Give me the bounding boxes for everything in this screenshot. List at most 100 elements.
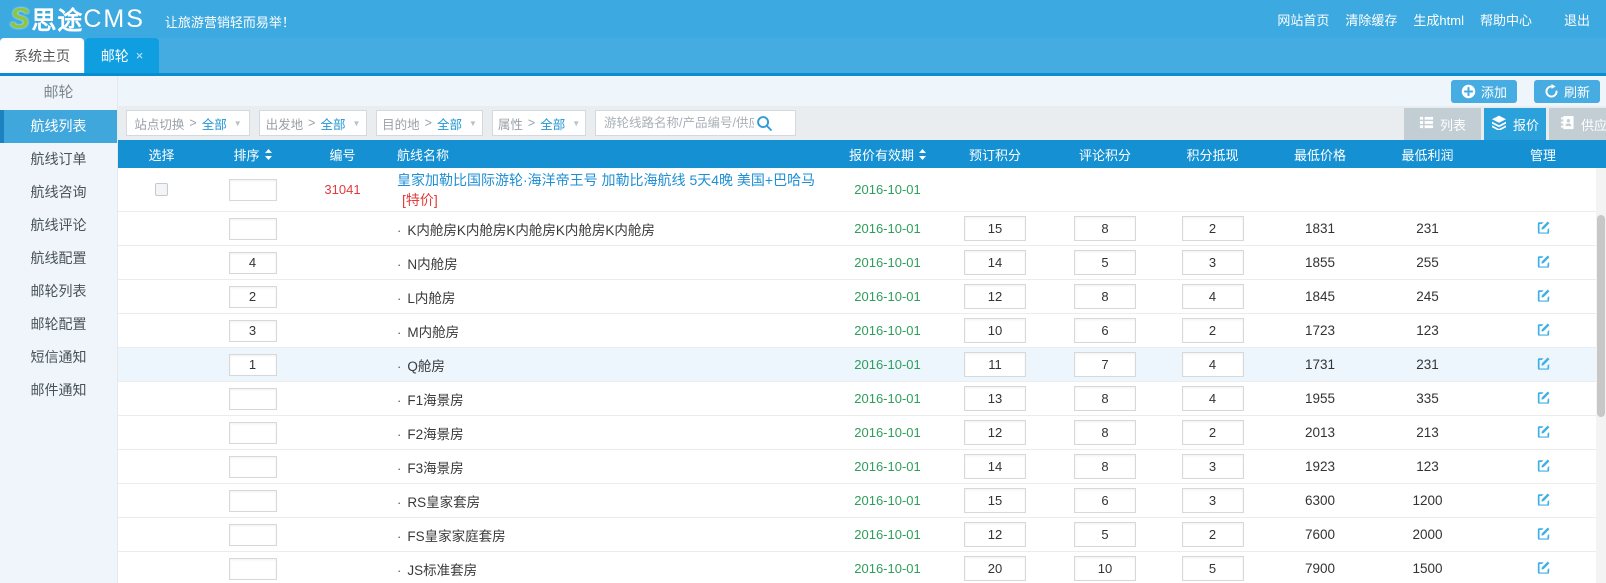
booking-points-input[interactable] — [964, 216, 1026, 241]
filter-site[interactable]: 站点切换>全部▼ — [126, 110, 250, 136]
header-link-site-home[interactable]: 网站首页 — [1277, 10, 1329, 29]
sort-order-input[interactable] — [229, 179, 277, 201]
header-link-clear-cache[interactable]: 清除缓存 — [1345, 10, 1397, 29]
tab-system-home[interactable]: 系统主页 — [0, 38, 84, 73]
sort-order-input[interactable] — [229, 354, 277, 376]
filter-departure[interactable]: 出发地>全部▼ — [259, 110, 367, 136]
review-points-input[interactable] — [1074, 420, 1136, 445]
cell-manage — [1480, 523, 1606, 547]
sort-order-input[interactable] — [229, 286, 277, 308]
sidebar-item-route-config[interactable]: 航线配置 — [0, 242, 117, 275]
column-header-code: 编号 — [300, 145, 385, 164]
review-points-input[interactable] — [1074, 556, 1136, 581]
sort-order-input[interactable] — [229, 320, 277, 342]
edit-button[interactable] — [1533, 285, 1554, 309]
review-points-input[interactable] — [1074, 284, 1136, 309]
filter-separator: > — [189, 116, 196, 130]
edit-button[interactable] — [1533, 489, 1554, 513]
review-points-input[interactable] — [1074, 352, 1136, 377]
scrollbar-thumb[interactable] — [1597, 215, 1605, 417]
review-points-input[interactable] — [1074, 488, 1136, 513]
view-toggle-list[interactable]: 列表 — [1404, 108, 1481, 140]
booking-points-input[interactable] — [964, 318, 1026, 343]
brand-logo[interactable]: S 思途 CMS — [10, 1, 145, 37]
sidebar-item-cruise-list[interactable]: 邮轮列表 — [0, 275, 117, 308]
review-points-input[interactable] — [1074, 318, 1136, 343]
points-cash-input[interactable] — [1182, 216, 1244, 241]
booking-points-input[interactable] — [964, 386, 1026, 411]
view-toggle-quote[interactable]: 报价 — [1484, 108, 1546, 140]
table-row-cabin: ·N内舱房2016-10-011855255 — [118, 246, 1606, 280]
booking-points-input[interactable] — [964, 454, 1026, 479]
points-cash-input[interactable] — [1182, 318, 1244, 343]
row-checkbox[interactable] — [155, 183, 168, 196]
sidebar-item-route-comments[interactable]: 航线评论 — [0, 209, 117, 242]
cabin-name: RS皇家套房 — [407, 495, 480, 510]
points-cash-input[interactable] — [1182, 488, 1244, 513]
sidebar-item-route-list[interactable]: 航线列表 — [0, 110, 117, 143]
review-points-input[interactable] — [1074, 250, 1136, 275]
sort-order-input[interactable] — [229, 524, 277, 546]
header-link-logout[interactable]: 退出 — [1564, 10, 1590, 29]
points-cash-input[interactable] — [1182, 386, 1244, 411]
sort-order-input[interactable] — [229, 558, 277, 580]
search-icon[interactable] — [756, 115, 773, 132]
header-link-help-center[interactable]: 帮助中心 — [1480, 10, 1532, 29]
view-toggle-supplier[interactable]: 供应商 — [1549, 108, 1606, 140]
points-cash-input[interactable] — [1182, 420, 1244, 445]
search-input[interactable] — [596, 116, 756, 130]
sidebar-item-email-notice[interactable]: 邮件通知 — [0, 374, 117, 407]
column-header-valid_date[interactable]: 报价有效期 — [835, 145, 940, 164]
booking-points-input[interactable] — [964, 284, 1026, 309]
filter-attribute[interactable]: 属性>全部▼ — [492, 110, 586, 136]
edit-button[interactable] — [1533, 455, 1554, 479]
filter-destination[interactable]: 目的地>全部▼ — [376, 110, 483, 136]
edit-button[interactable] — [1533, 353, 1554, 377]
review-points-input[interactable] — [1074, 522, 1136, 547]
edit-button[interactable] — [1533, 319, 1554, 343]
refresh-icon — [1544, 84, 1559, 99]
header-link-generate-html[interactable]: 生成html — [1413, 10, 1464, 29]
edit-button[interactable] — [1533, 421, 1554, 445]
booking-points-input[interactable] — [964, 250, 1026, 275]
points-cash-input[interactable] — [1182, 454, 1244, 479]
sort-arrows-icon[interactable] — [919, 149, 926, 160]
edit-button[interactable] — [1533, 217, 1554, 241]
review-points-input[interactable] — [1074, 386, 1136, 411]
sort-order-input[interactable] — [229, 422, 277, 444]
booking-points-input[interactable] — [964, 556, 1026, 581]
points-cash-input[interactable] — [1182, 556, 1244, 581]
booking-points-input[interactable] — [964, 522, 1026, 547]
booking-points-input[interactable] — [964, 420, 1026, 445]
review-points-input[interactable] — [1074, 216, 1136, 241]
booking-points-input[interactable] — [964, 352, 1026, 377]
booking-points-input[interactable] — [964, 488, 1026, 513]
sidebar-item-route-orders[interactable]: 航线订单 — [0, 143, 117, 176]
edit-button[interactable] — [1533, 251, 1554, 275]
edit-button[interactable] — [1533, 387, 1554, 411]
sort-order-input[interactable] — [229, 388, 277, 410]
points-cash-input[interactable] — [1182, 352, 1244, 377]
edit-button[interactable] — [1533, 523, 1554, 547]
sidebar-item-sms-notice[interactable]: 短信通知 — [0, 341, 117, 374]
add-button[interactable]: 添加 — [1451, 80, 1517, 103]
sort-order-input[interactable] — [229, 218, 277, 240]
points-cash-input[interactable] — [1182, 250, 1244, 275]
sidebar-item-cruise-config[interactable]: 邮轮配置 — [0, 308, 117, 341]
sidebar-item-route-inquiries[interactable]: 航线咨询 — [0, 176, 117, 209]
points-cash-input[interactable] — [1182, 522, 1244, 547]
column-header-sort[interactable]: 排序 — [205, 145, 300, 164]
refresh-button[interactable]: 刷新 — [1534, 80, 1600, 103]
close-icon[interactable]: × — [136, 49, 144, 62]
filter-label: 出发地 — [266, 114, 304, 133]
vertical-scrollbar[interactable] — [1596, 168, 1606, 583]
edit-button[interactable] — [1533, 557, 1554, 581]
sort-arrows-icon[interactable] — [265, 149, 272, 160]
points-cash-input[interactable] — [1182, 284, 1244, 309]
sort-order-input[interactable] — [229, 490, 277, 512]
product-title-link[interactable]: 皇家加勒比国际游轮·海洋帝王号 加勒比海航线 5天4晚 美国+巴哈马 — [397, 172, 815, 188]
tab-cruise[interactable]: 邮轮× — [85, 38, 159, 73]
sort-order-input[interactable] — [229, 456, 277, 478]
sort-order-input[interactable] — [229, 252, 277, 274]
review-points-input[interactable] — [1074, 454, 1136, 479]
